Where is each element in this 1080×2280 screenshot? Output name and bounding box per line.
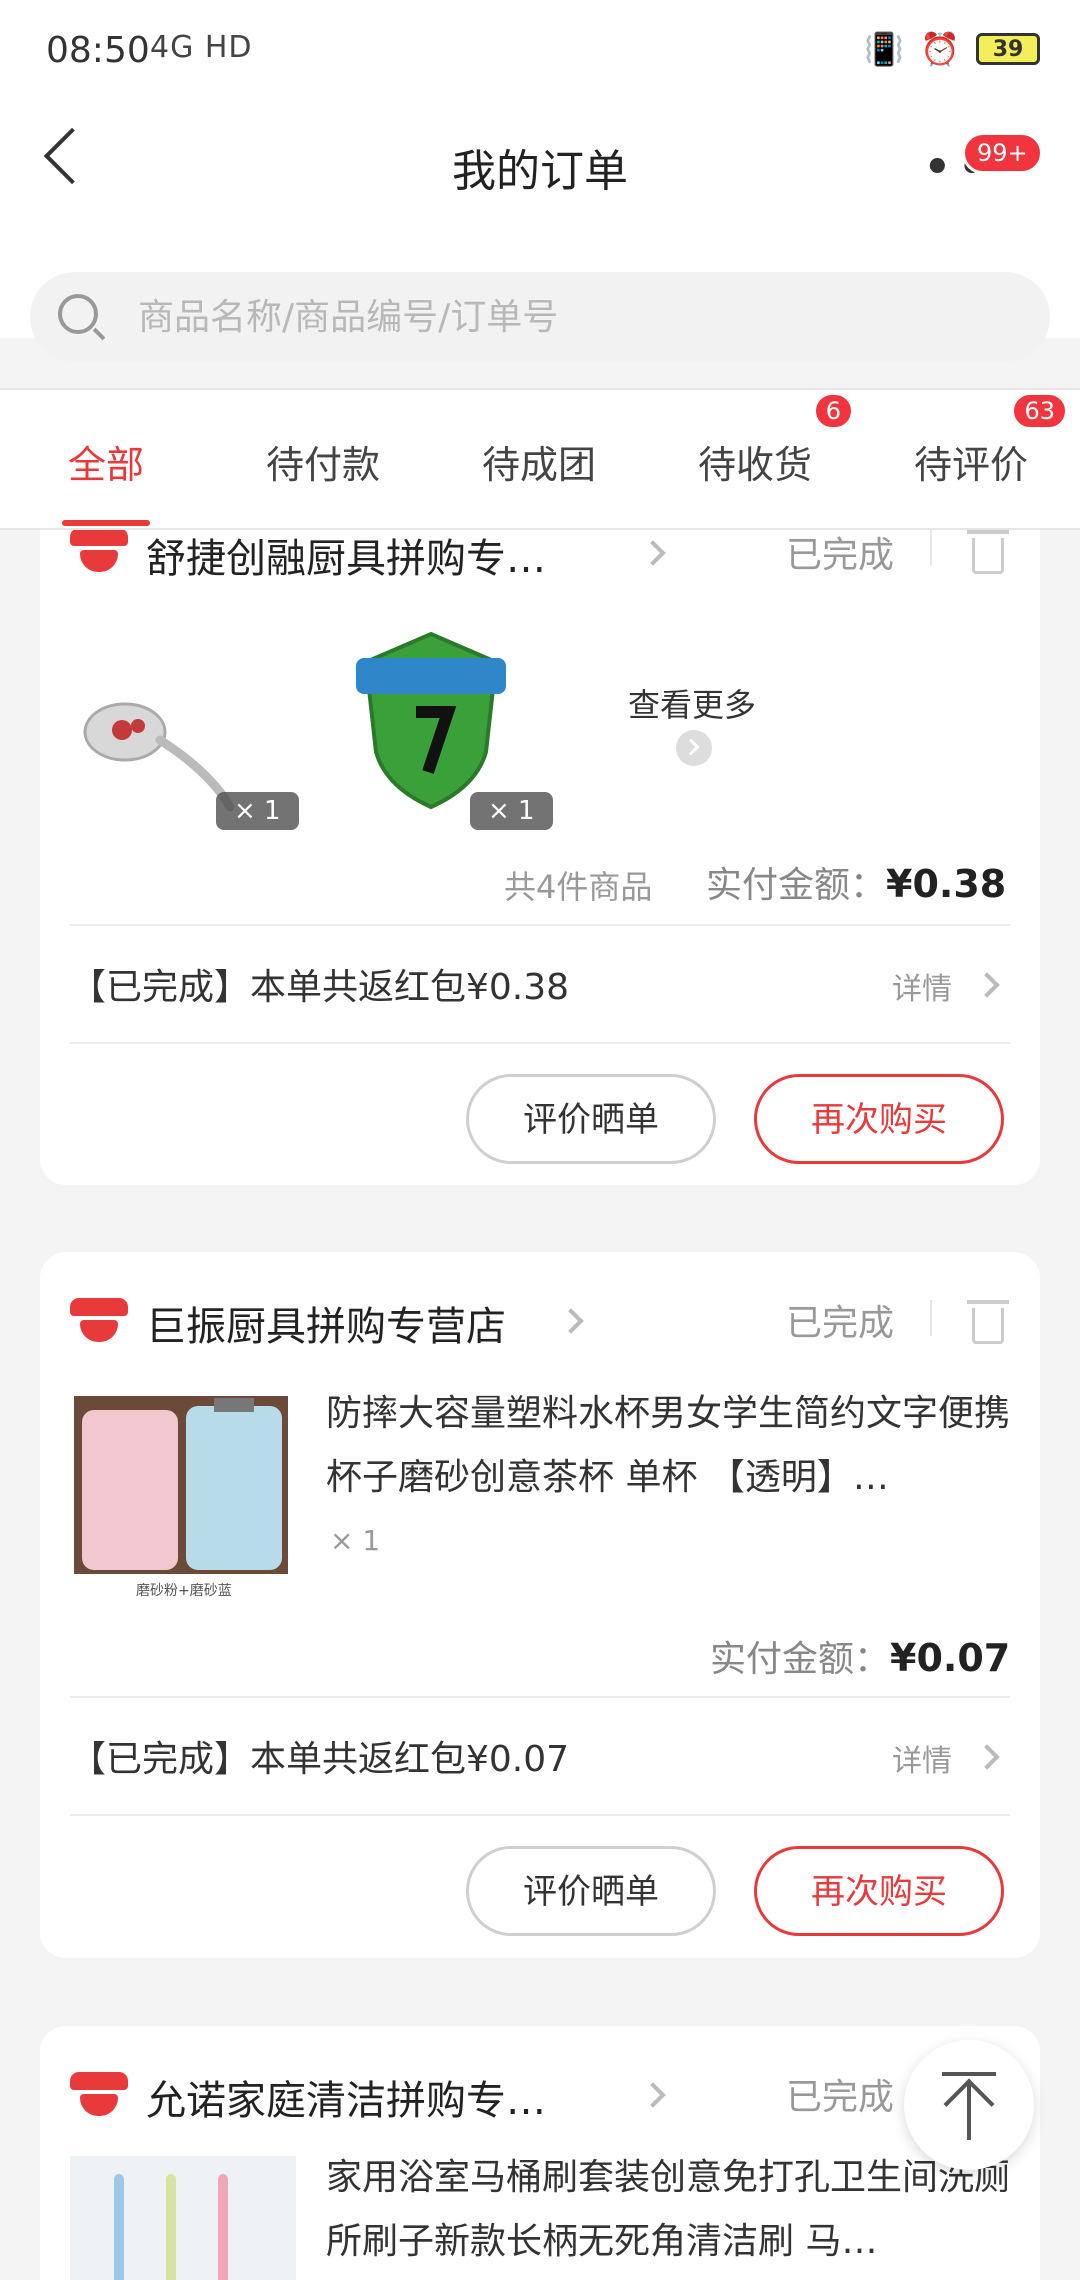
shop-name[interactable]: 允诺家庭清洁拼购专… xyxy=(146,2068,546,2126)
battery-icon: 39 xyxy=(976,33,1040,65)
product-title[interactable]: 家用浴室马桶刷套装创意免打孔卫生间洗厕所刷子新款长柄无死角清洁刷 马… xyxy=(326,2146,1026,2274)
divider xyxy=(930,1300,932,1336)
tab-label: 待付款 xyxy=(266,443,381,487)
network-indicator: 4G HD xyxy=(150,30,253,65)
order-status: 已完成 xyxy=(786,2077,895,2118)
order-tabs: 全部 待付款 待成团 待收货 6 待评价 63 xyxy=(0,388,1080,530)
search-input[interactable] xyxy=(138,282,1018,352)
spoon-image xyxy=(83,702,235,812)
order-card: 巨振厨具拼购专营店 已完成 磨砂粉+磨砂蓝 防摔大容量塑料水杯男女学生简约文字便… xyxy=(40,1252,1040,1958)
chevron-right-icon[interactable] xyxy=(640,2082,666,2108)
product-thumbnail[interactable] xyxy=(70,622,260,812)
shop-logo-icon xyxy=(70,530,128,572)
chevron-right-icon[interactable] xyxy=(974,972,1000,998)
order-status: 已完成 xyxy=(786,535,895,576)
detail-link[interactable]: 详情 xyxy=(892,964,952,1008)
water-bottle-image xyxy=(74,1396,288,1574)
rebuy-button[interactable]: 再次购买 xyxy=(754,1074,1004,1164)
tab-label: 待评价 xyxy=(914,443,1029,487)
vibrate-icon: 📳 xyxy=(864,30,905,68)
tab-label: 待成团 xyxy=(482,443,597,487)
shop-logo-icon xyxy=(70,1298,128,1342)
trash-icon[interactable] xyxy=(967,530,1009,574)
product-title[interactable]: 防摔大容量塑料水杯男女学生简约文字便携杯子磨砂创意茶杯 单杯 【透明】… xyxy=(326,1382,1026,1510)
rebuy-button[interactable]: 再次购买 xyxy=(754,1846,1004,1936)
shop-name[interactable]: 巨振厨具拼购专营店 xyxy=(146,1294,506,1352)
tab-all[interactable]: 全部 xyxy=(68,434,144,489)
thumbnail-caption: 磨砂粉+磨砂蓝 xyxy=(136,1583,232,1599)
shop-logo-icon xyxy=(70,2072,128,2116)
payment-total: 实付金额：¥0.07 xyxy=(710,1630,1010,1682)
review-button[interactable]: 评价晒单 xyxy=(466,1074,716,1164)
trash-icon[interactable] xyxy=(967,1300,1009,1344)
divider xyxy=(70,924,1010,926)
chevron-right-icon[interactable] xyxy=(974,1744,1000,1770)
tab-label: 待收货 xyxy=(698,443,813,487)
status-bar: 08:50 4G HD 📳 ⏰ 39 xyxy=(0,0,1080,108)
see-more-arrow-icon[interactable] xyxy=(676,730,712,766)
chevron-right-icon[interactable] xyxy=(640,540,666,566)
search-bar[interactable] xyxy=(30,272,1050,362)
payment-total: 实付金额：¥0.38 xyxy=(706,856,1006,908)
refund-info: 【已完成】本单共返红包¥0.38 xyxy=(70,967,570,1008)
order-card: 舒捷创融厨具拼购专… 已完成 × 1 × 1 查看更多 共4件商品 实付金额：¥… xyxy=(40,530,1040,1185)
product-thumbnail[interactable] xyxy=(336,622,526,812)
tab-pending-review[interactable]: 待评价 63 xyxy=(914,392,1069,489)
see-more-link[interactable]: 查看更多 xyxy=(628,680,756,726)
quantity-badge: × 1 xyxy=(470,792,553,830)
toilet-brush-image xyxy=(70,2156,296,2280)
payment-label: 实付金额： xyxy=(710,1639,891,1680)
tab-pending-payment[interactable]: 待付款 xyxy=(266,434,380,489)
payment-label: 实付金额： xyxy=(706,865,887,906)
status-time: 08:50 xyxy=(46,30,150,71)
detail-link[interactable]: 详情 xyxy=(892,1736,952,1780)
order-card: 允诺家庭清洁拼购专… 已完成 家用浴室马桶刷套装创意免打孔卫生间洗厕所刷子新款长… xyxy=(40,2026,1040,2280)
back-to-top-button[interactable] xyxy=(904,2040,1034,2170)
order-status: 已完成 xyxy=(786,1303,895,1344)
warranty-shield-icon xyxy=(356,631,506,810)
chevron-right-icon[interactable] xyxy=(558,1308,584,1334)
page-title: 我的订单 xyxy=(452,146,628,197)
divider xyxy=(930,530,932,566)
review-button[interactable]: 评价晒单 xyxy=(466,1846,716,1936)
product-thumbnail[interactable] xyxy=(74,1396,288,1574)
back-to-top-icon xyxy=(942,2072,996,2076)
status-icons: 📳 ⏰ 39 xyxy=(864,30,1040,68)
tab-badge: 6 xyxy=(812,392,855,430)
tab-badge: 63 xyxy=(1011,392,1069,430)
refund-info: 【已完成】本单共返红包¥0.07 xyxy=(70,1739,570,1780)
payment-amount: ¥0.07 xyxy=(890,1636,1011,1680)
divider xyxy=(70,1814,1010,1816)
payment-amount: ¥0.38 xyxy=(886,862,1007,906)
active-tab-indicator xyxy=(62,520,150,526)
quantity: × 1 xyxy=(330,1524,381,1557)
tab-pending-receipt[interactable]: 待收货 6 xyxy=(698,392,855,489)
divider xyxy=(70,1042,1010,1044)
divider xyxy=(70,1696,1010,1698)
more-badge: 99+ xyxy=(962,132,1043,174)
shop-name[interactable]: 舒捷创融厨具拼购专… xyxy=(146,530,546,584)
product-thumbnail[interactable] xyxy=(70,2156,296,2280)
item-count: 共4件商品 xyxy=(504,868,653,906)
tab-label: 全部 xyxy=(68,443,145,487)
search-icon xyxy=(58,294,98,334)
alarm-icon: ⏰ xyxy=(920,30,960,68)
tab-pending-group[interactable]: 待成团 xyxy=(482,434,596,489)
quantity-badge: × 1 xyxy=(216,792,299,830)
